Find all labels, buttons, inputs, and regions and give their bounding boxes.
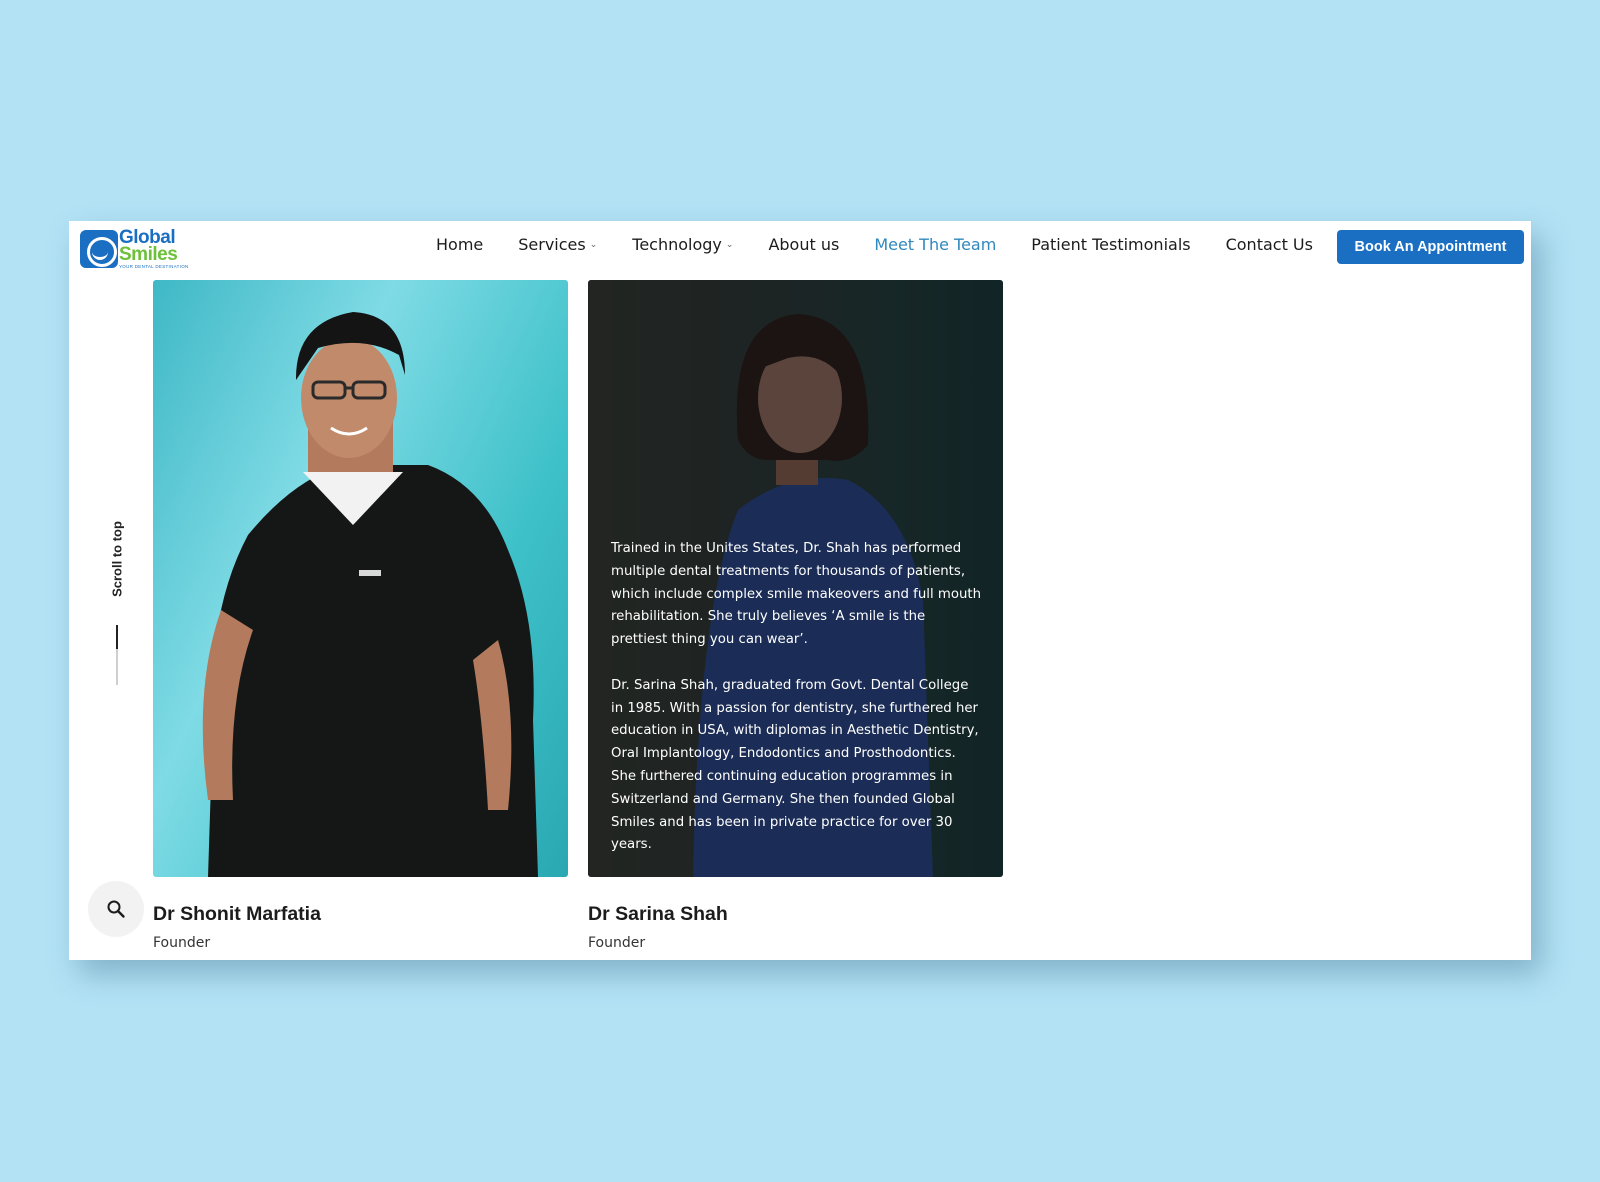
search-icon [107,900,125,918]
nav-item-label: Home [436,235,484,254]
team-photo-shonit-marfatia[interactable] [153,280,568,877]
nav-item-meet-the-team[interactable]: Meet The Team [874,235,996,254]
nav-item-label: Patient Testimonials [1031,235,1191,254]
team-photo-sarina-shah[interactable]: Trained in the Unites States, Dr. Shah h… [588,280,1003,877]
team-member-role: Founder [153,935,211,951]
search-button[interactable] [88,881,144,937]
scroll-progress-indicator [116,625,118,685]
team-member-name: Dr Shonit Marfatia [153,903,321,925]
browser-window: Global Smiles YOUR DENTAL DESTINATION Ho… [69,221,1531,960]
nav-item-patient-testimonials[interactable]: Patient Testimonials [1031,235,1190,254]
team-member-bio: Trained in the Unites States, Dr. Shah h… [611,538,983,857]
nav-item-label: Technology [632,235,722,254]
logo-tagline: YOUR DENTAL DESTINATION [119,264,189,269]
logo-smiles: Smiles [119,244,178,265]
nav-item-label: Meet The Team [874,235,997,254]
nav-item-home[interactable]: Home [436,235,483,254]
site-logo[interactable]: Global Smiles YOUR DENTAL DESTINATION [80,228,189,270]
team-card-sarina-shah[interactable]: Trained in the Unites States, Dr. Shah h… [588,280,1003,951]
nav-item-services[interactable]: Services ⌄ [518,235,597,254]
smile-logo-icon [80,229,118,268]
nav-item-about-us[interactable]: About us [768,235,839,254]
logo-text: Global Smiles YOUR DENTAL DESTINATION [119,228,189,270]
nav-item-contact-us[interactable]: Contact Us [1226,235,1313,254]
bio-paragraph: Trained in the Unites States, Dr. Shah h… [611,541,982,648]
portrait-illustration [202,312,538,877]
main-nav: Home Services ⌄ Technology ⌄ About us Me… [436,235,1348,254]
scroll-to-top-label: Scroll to top [109,521,125,597]
book-appointment-button[interactable]: Book An Appointment [1337,230,1524,264]
chevron-down-icon: ⌄ [725,239,734,250]
nav-item-technology[interactable]: Technology ⌄ [632,235,733,254]
scroll-to-top-button[interactable]: Scroll to top [109,509,125,609]
team-member-name: Dr Sarina Shah [588,903,728,925]
chevron-down-icon: ⌄ [589,239,598,250]
team-card-shonit-marfatia[interactable]: Dr Shonit Marfatia Founder [153,280,568,951]
nav-item-label: Services [518,235,586,254]
bio-paragraph: Dr. Sarina Shah, graduated from Govt. De… [611,677,979,853]
nav-item-label: Contact Us [1225,235,1313,254]
team-member-role: Founder [588,935,646,951]
nav-item-label: About us [768,235,840,254]
